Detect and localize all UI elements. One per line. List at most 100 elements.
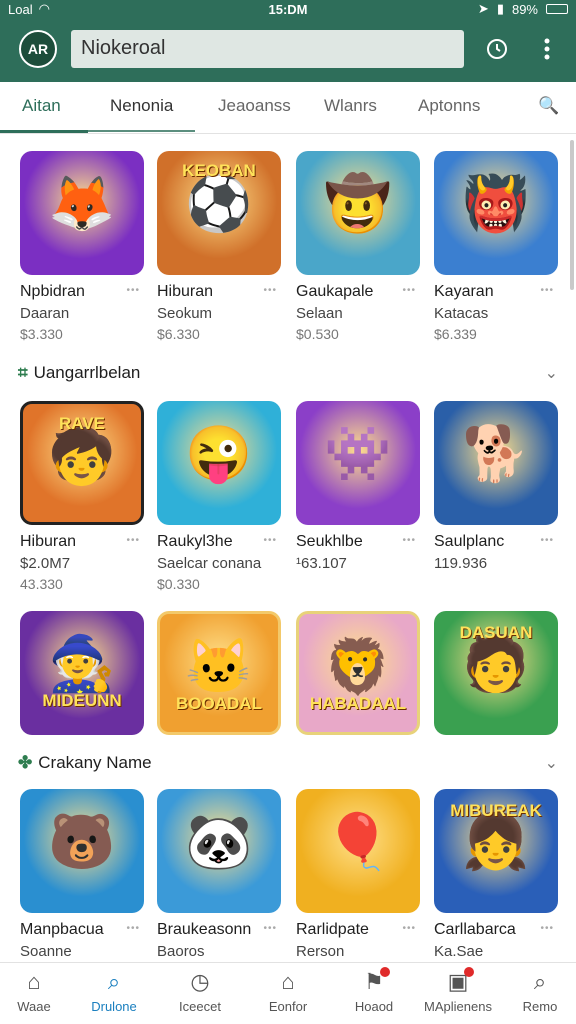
app-name: Hiburan ••• (20, 533, 140, 550)
app-card[interactable]: 🧑 DASUAN (434, 611, 558, 735)
app-name: Braukeasonn ••• (157, 921, 277, 938)
kids-icon[interactable]: 🧒 RAVE (20, 401, 144, 525)
profile-search-icon: ⌕ (533, 969, 547, 994)
nav-item-hoaod[interactable]: ⚑ Hoaod (334, 967, 414, 1014)
avatar[interactable]: AR (19, 30, 57, 68)
app-card[interactable]: 🎈 Rarlidpate ••• Rerson (296, 789, 420, 960)
candy-face-icon[interactable]: 😜 (157, 401, 281, 525)
rating-dots: ••• (402, 923, 416, 934)
dog-soccer-icon[interactable]: 🐕 (434, 401, 558, 525)
app-name: Carllabarca ••• (434, 921, 554, 938)
app-subtitle: Saelcar conana (157, 555, 262, 572)
app-card[interactable]: 🐼 Braukeasonn ••• Baoros (157, 789, 281, 960)
app-subtitle: ¹63.107 (296, 555, 347, 572)
app-subtitle: Ka.Sae (434, 943, 484, 960)
app-subtitle: Katacas (434, 305, 489, 322)
app-card[interactable]: 🧒 RAVE Hiburan ••• $2.0M7 43.330 (20, 401, 144, 592)
app-card[interactable]: 😜 Raukyl3he ••• Saelcar conana $0.330 (157, 401, 281, 592)
rating-dots: ••• (540, 923, 554, 934)
app-subtitle: Rerson (296, 943, 345, 960)
category-tabs: Aitan Nenonia Jeaoanss Wlanrs Aptonns 🔍 (0, 82, 576, 134)
soccer-icon[interactable]: ⚽ KEOBAN (157, 151, 281, 275)
team-icon[interactable]: 🤠 (296, 151, 420, 275)
panda-hat-icon[interactable]: 🐼 (157, 789, 281, 913)
app-banner-text: MIBUREAK (450, 801, 542, 820)
app-artwork: 👾 (324, 424, 392, 484)
tab-aptonns[interactable]: Aptonns (418, 96, 480, 116)
app-artwork: 🦊 (48, 174, 116, 234)
app-card[interactable]: 🐱 BOOADAL (157, 611, 281, 735)
app-card[interactable]: 🐻 Manpbacua ••• Soanne (20, 789, 144, 960)
nav-item-iceecet[interactable]: ◷ Iceecet (160, 969, 240, 1014)
app-card[interactable]: 👧 MIBUREAK Carllabarca ••• Ka.Sae (434, 789, 558, 960)
nav-label: MAplienens (424, 999, 492, 1014)
game-icon: ⚑ (364, 967, 390, 997)
lion-icon[interactable]: 🦁 HABADAAL (296, 611, 420, 735)
search-tab-icon[interactable]: 🔍 (538, 96, 559, 116)
app-card[interactable]: 🧙 MIDEUNN (20, 611, 144, 735)
app-card[interactable]: 👾 Seukhlbe ••• ¹63.107 (296, 401, 420, 572)
rating-dots: ••• (402, 285, 416, 296)
rating-dots: ••• (126, 923, 140, 934)
app-banner-text: MIDEUNN (42, 691, 122, 710)
scrollbar[interactable] (570, 140, 574, 290)
puzzle-hero-icon[interactable]: 🦊 (20, 151, 144, 275)
clock-icon: ◷ (190, 969, 210, 994)
home-icon: ⌂ (27, 969, 41, 994)
app-artwork: 👧 (462, 812, 530, 872)
girl-hero-icon[interactable]: 👧 MIBUREAK (434, 789, 558, 913)
nav-item-drulone[interactable]: ⌕ Drulone (74, 969, 154, 1014)
section-header: ✤ Crakany Name ⌄ (18, 753, 558, 773)
chevron-down-icon[interactable]: ⌄ (545, 753, 558, 773)
app-card[interactable]: 🦁 HABADAAL (296, 611, 420, 735)
app-name: Saulplanc ••• (434, 533, 554, 550)
nav-item-remo[interactable]: ⌕ Remo (500, 969, 576, 1014)
app-price: $6.330 (157, 326, 200, 342)
app-banner-text: KEOBAN (182, 161, 256, 180)
app-card[interactable]: 👹 Kayaran ••• Katacas $6.339 (434, 151, 558, 342)
apps-icon: ▣ (448, 967, 475, 997)
wizard-cat-icon[interactable]: 🐱 BOOADAL (157, 611, 281, 735)
nav-item-maplienens[interactable]: ▣ MAplienens (418, 967, 498, 1014)
more-vertical-icon[interactable] (530, 32, 564, 66)
app-subtitle: Baoros (157, 943, 205, 960)
store-icon: ⌂ (281, 969, 295, 994)
rating-dots: ••• (263, 535, 277, 546)
app-card[interactable]: 🦊 Npbidran ••• Daaran $3.330 (20, 151, 144, 342)
rating-dots: ••• (126, 535, 140, 546)
app-artwork: 😜 (185, 424, 253, 484)
jewel-monster-icon[interactable]: 👾 (296, 401, 420, 525)
history-icon[interactable] (480, 32, 514, 66)
tab-indicator-secondary (88, 130, 195, 132)
hat-hero-icon[interactable]: 🧙 MIDEUNN (20, 611, 144, 735)
app-banner-text: BOOADAL (176, 694, 262, 713)
app-artwork: 🎈 (324, 812, 392, 872)
app-artwork: 🧙 (48, 634, 116, 694)
app-card[interactable]: 🐕 Saulplanc ••• 119.936 (434, 401, 558, 572)
app-bar: AR Niokeroal (0, 18, 576, 82)
app-name: Manpbacua ••• (20, 921, 140, 938)
tab-nenonia[interactable]: Nenonia (110, 96, 173, 116)
app-name: Seukhlbe ••• (296, 533, 416, 550)
app-card[interactable]: ⚽ KEOBAN Hiburan ••• Seokum $6.330 (157, 151, 281, 342)
nav-item-eonfor[interactable]: ⌂ Eonfor (248, 969, 328, 1014)
app-subtitle: Daaran (20, 305, 70, 322)
chevron-down-icon[interactable]: ⌄ (545, 363, 558, 383)
balloon-icon[interactable]: 🎈 (296, 789, 420, 913)
tab-aitan[interactable]: Aitan (22, 96, 61, 116)
tab-jeaoanss[interactable]: Jeaoanss (218, 96, 291, 116)
monster-icon[interactable]: 👹 (434, 151, 558, 275)
section-icon: ⌗ (18, 363, 28, 382)
search-input[interactable]: Niokeroal (71, 30, 464, 68)
app-artwork: 🐱 (185, 637, 253, 697)
notification-badge (379, 967, 390, 977)
nav-label: Eonfor (268, 999, 308, 1014)
app-card[interactable]: 🤠 Gaukapale ••• Selaan $0.530 (296, 151, 420, 342)
bottom-nav: ⌂ Waae ⌕ Drulone ◷ Iceecet ⌂ Eonfor ⚑ Hoaod ▣ MApli… (0, 962, 576, 1024)
forest-icon[interactable]: 🧑 DASUAN (434, 611, 558, 735)
nav-item-waae[interactable]: ⌂ Waae (0, 969, 74, 1014)
search-icon: ⌕ (107, 969, 121, 994)
tab-wlanrs[interactable]: Wlanrs (324, 96, 377, 116)
bear-soccer-icon[interactable]: 🐻 (20, 789, 144, 913)
app-banner-text: HABADAAL (309, 694, 407, 713)
